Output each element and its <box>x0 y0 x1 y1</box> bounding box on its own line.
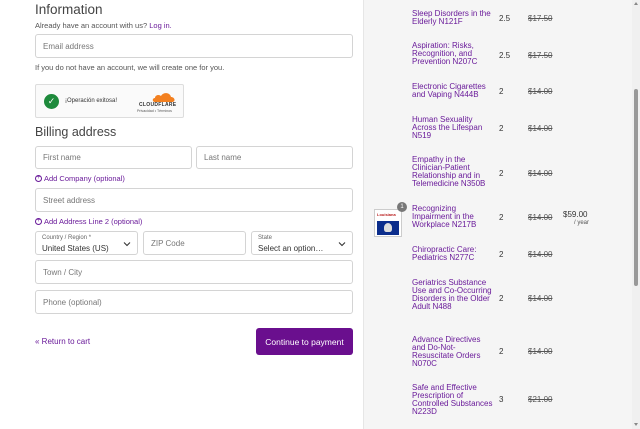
state-value: Select an option… <box>258 244 324 253</box>
item-qty: 2 <box>499 87 504 96</box>
country-label: Country / Region * <box>42 235 92 241</box>
scrollbar[interactable] <box>632 0 640 429</box>
city-field[interactable]: Town / City <box>35 260 353 284</box>
link-separator: • <box>154 109 157 113</box>
item-price: $14.00 <box>528 250 553 259</box>
last-name-field[interactable]: Last name <box>196 146 353 169</box>
continue-to-payment-button[interactable]: Continue to payment <box>256 328 353 355</box>
cart-item: Chiropractic Care: Pediatrics N277C 2 $1… <box>364 246 634 262</box>
item-qty: 2.5 <box>499 51 511 60</box>
item-name[interactable]: Empathy in the Clinician-Patient Relatio… <box>412 156 494 188</box>
cart-item: Aspiration: Risks, Recognition, and Prev… <box>364 42 634 66</box>
item-qty: 2 <box>499 250 504 259</box>
plus-circle-icon: + <box>35 175 42 182</box>
item-price: $17.50 <box>528 14 553 23</box>
phone-placeholder: Phone (optional) <box>43 297 102 307</box>
product-thumbnail: Louisiana <box>374 209 402 237</box>
privacy-link[interactable]: Privacidad <box>137 109 154 113</box>
cart-item: Electronic Cigarettes and Vaping N444B 2… <box>364 83 634 99</box>
scroll-down-arrow-icon[interactable] <box>634 423 638 426</box>
item-price: $14.00 <box>528 213 553 222</box>
subscription-price: $59.00 <box>563 210 588 219</box>
city-placeholder: Town / City <box>43 267 83 277</box>
cart-item: Safe and Effective Prescription of Contr… <box>364 384 634 416</box>
item-name[interactable]: Safe and Effective Prescription of Contr… <box>412 384 494 416</box>
phone-field[interactable]: Phone (optional) <box>35 290 353 314</box>
country-value: United States (US) <box>42 244 109 253</box>
scroll-up-arrow-icon[interactable] <box>634 2 638 5</box>
chevron-down-icon <box>123 242 131 247</box>
cloudflare-captcha[interactable]: ✓ ¡Operación exitosa! CLOUDFLARE Privaci… <box>35 84 184 118</box>
captcha-links: Privacidad • Términos <box>137 109 172 113</box>
cart-item: Louisiana 1 Recognizing Impairment in th… <box>364 202 634 237</box>
cart-item: Geriatrics Substance Use and Co-Occurrin… <box>364 279 634 319</box>
item-qty: 2 <box>499 124 504 133</box>
cloudflare-brand: CLOUDFLARE <box>139 102 177 108</box>
email-placeholder: Email address <box>43 41 94 51</box>
item-price: $14.00 <box>528 124 553 133</box>
item-qty: 2 <box>499 347 504 356</box>
captcha-status: ¡Operación exitosa! <box>65 98 118 104</box>
item-name[interactable]: Electronic Cigarettes and Vaping N444B <box>412 83 494 99</box>
terms-link[interactable]: Términos <box>157 109 172 113</box>
thumbnail-text: Louisiana <box>377 212 396 217</box>
login-link[interactable]: Log in. <box>149 21 172 30</box>
item-qty: 3 <box>499 395 504 404</box>
street-address-field[interactable]: Street address <box>35 188 353 212</box>
cart-item: Human Sexuality Across the Lifespan N519… <box>364 116 634 140</box>
last-name-placeholder: Last name <box>204 153 242 162</box>
item-price: $17.50 <box>528 51 553 60</box>
plus-circle-icon: + <box>35 218 42 225</box>
cloudflare-logo: CLOUDFLARE Privacidad • Términos <box>137 91 179 113</box>
no-account-note: If you do not have an account, we will c… <box>35 63 225 72</box>
state-select[interactable]: State Select an option… <box>251 231 353 255</box>
cart-item: Advance Directives and Do-Not-Resuscitat… <box>364 336 634 368</box>
item-name[interactable]: Aspiration: Risks, Recognition, and Prev… <box>412 42 494 66</box>
street-placeholder: Street address <box>43 195 96 205</box>
country-select[interactable]: Country / Region * United States (US) <box>35 231 138 255</box>
cart-item: Sleep Disorders in the Elderly N121F 2.5… <box>364 10 634 26</box>
subscription-period: / year <box>574 220 590 226</box>
order-summary: Sleep Disorders in the Elderly N121F 2.5… <box>363 0 640 429</box>
item-name[interactable]: Geriatrics Substance Use and Co-Occurrin… <box>412 279 494 311</box>
add-address2-label: Add Address Line 2 (optional) <box>44 217 143 226</box>
quantity-badge: 1 <box>397 202 407 212</box>
item-qty: 2.5 <box>499 14 511 23</box>
first-name-field[interactable]: First name <box>35 146 192 169</box>
checkout-form: Information Already have an account with… <box>0 0 363 429</box>
return-to-cart-link[interactable]: « Return to cart <box>35 337 90 346</box>
item-price: $14.00 <box>528 169 553 178</box>
item-name[interactable]: Advance Directives and Do-Not-Resuscitat… <box>412 336 494 368</box>
item-name[interactable]: Recognizing Impairment in the Workplace … <box>412 205 494 229</box>
success-check-icon: ✓ <box>44 94 59 109</box>
item-price: $21.00 <box>528 395 553 404</box>
information-heading: Information <box>35 2 103 17</box>
item-price: $14.00 <box>528 294 553 303</box>
have-account-text: Already have an account with us? Log in. <box>35 21 172 30</box>
email-field[interactable]: Email address <box>35 34 353 58</box>
item-qty: 2 <box>499 213 504 222</box>
billing-heading: Billing address <box>35 125 117 139</box>
add-company-label: Add Company (optional) <box>44 174 125 183</box>
item-qty: 2 <box>499 294 504 303</box>
add-address-line2-link[interactable]: + Add Address Line 2 (optional) <box>35 217 142 226</box>
add-company-link[interactable]: + Add Company (optional) <box>35 174 125 183</box>
item-price: $14.00 <box>528 87 553 96</box>
item-name[interactable]: Human Sexuality Across the Lifespan N519 <box>412 116 494 140</box>
cart-item: Empathy in the Clinician-Patient Relatio… <box>364 156 634 188</box>
zip-code-field[interactable]: ZIP Code <box>143 231 246 255</box>
item-price: $14.00 <box>528 347 553 356</box>
zip-placeholder: ZIP Code <box>151 238 185 248</box>
first-name-placeholder: First name <box>43 153 81 162</box>
louisiana-flag-icon <box>377 221 399 235</box>
scrollbar-thumb[interactable] <box>634 89 638 286</box>
item-name[interactable]: Chiropractic Care: Pediatrics N277C <box>412 246 494 262</box>
state-label: State <box>258 235 273 241</box>
item-qty: 2 <box>499 169 504 178</box>
chevron-down-icon <box>338 242 346 247</box>
have-account-label: Already have an account with us? <box>35 21 148 30</box>
item-name[interactable]: Sleep Disorders in the Elderly N121F <box>412 10 494 26</box>
